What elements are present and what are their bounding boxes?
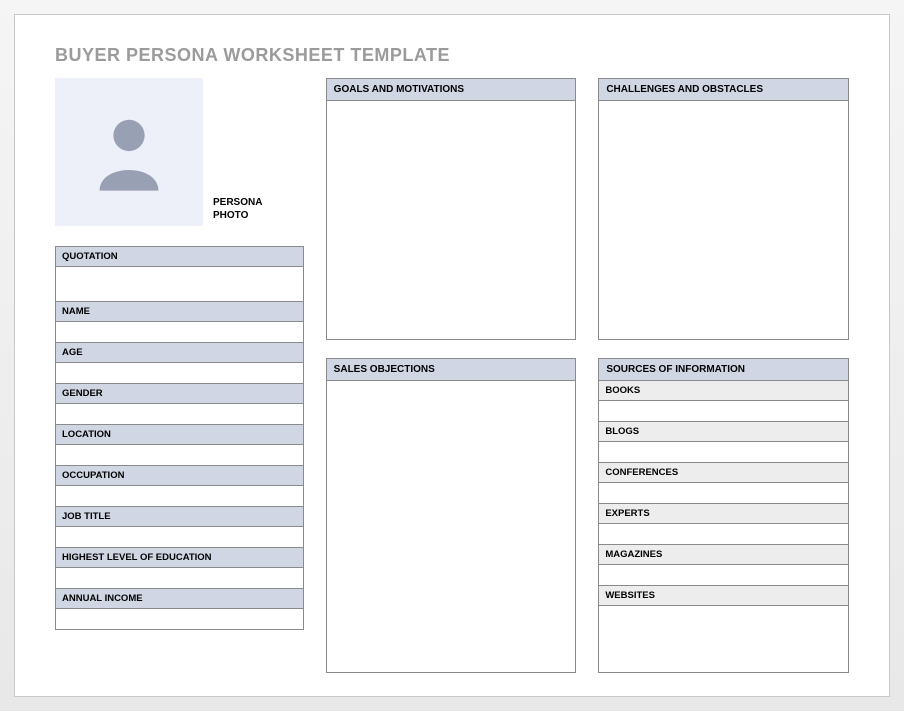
sources-magazines-label: MAGAZINES [599, 544, 848, 565]
panel-goals-value[interactable] [327, 101, 576, 339]
field-education-label: HIGHEST LEVEL OF EDUCATION [56, 548, 303, 568]
sources-magazines-value[interactable] [599, 565, 848, 585]
worksheet-page: BUYER PERSONA WORKSHEET TEMPLATE PERSONA… [14, 14, 890, 697]
page-title: BUYER PERSONA WORKSHEET TEMPLATE [55, 45, 849, 66]
field-education-value[interactable] [56, 568, 303, 588]
field-quotation-value[interactable] [56, 267, 303, 301]
sources-experts-value[interactable] [599, 524, 848, 544]
field-quotation-label: QUOTATION [56, 247, 303, 267]
sources-list: BOOKS BLOGS CONFERENCES EXPERTS MAGAZINE… [599, 381, 848, 672]
field-location-label: LOCATION [56, 425, 303, 445]
field-education: HIGHEST LEVEL OF EDUCATION [55, 547, 304, 589]
field-job-title-value[interactable] [56, 527, 303, 547]
sources-websites-label: WEBSITES [599, 585, 848, 606]
field-gender-value[interactable] [56, 404, 303, 424]
middle-column: GOALS AND MOTIVATIONS SALES OBJECTIONS [326, 78, 577, 673]
left-column: PERSONA PHOTO QUOTATION NAME AGE GENDER … [55, 78, 304, 673]
field-job-title: JOB TITLE [55, 506, 304, 548]
sources-blogs-label: BLOGS [599, 421, 848, 442]
photo-row: PERSONA PHOTO [55, 78, 304, 226]
field-job-title-label: JOB TITLE [56, 507, 303, 527]
field-occupation: OCCUPATION [55, 465, 304, 507]
sources-experts-label: EXPERTS [599, 503, 848, 524]
panel-sources-label: SOURCES OF INFORMATION [599, 359, 848, 381]
panel-sources: SOURCES OF INFORMATION BOOKS BLOGS CONFE… [598, 358, 849, 673]
field-occupation-value[interactable] [56, 486, 303, 506]
field-gender: GENDER [55, 383, 304, 425]
sources-websites-value[interactable] [599, 606, 848, 626]
panel-sales-label: SALES OBJECTIONS [327, 359, 576, 381]
panel-goals: GOALS AND MOTIVATIONS [326, 78, 577, 340]
field-location: LOCATION [55, 424, 304, 466]
field-occupation-label: OCCUPATION [56, 466, 303, 486]
persona-photo-label: PERSONA PHOTO [213, 196, 293, 226]
field-name: NAME [55, 301, 304, 343]
panel-sales: SALES OBJECTIONS [326, 358, 577, 673]
sources-conferences-value[interactable] [599, 483, 848, 503]
field-name-value[interactable] [56, 322, 303, 342]
field-age: AGE [55, 342, 304, 384]
field-name-label: NAME [56, 302, 303, 322]
panel-challenges-label: CHALLENGES AND OBSTACLES [599, 79, 848, 101]
field-income-value[interactable] [56, 609, 303, 629]
columns: PERSONA PHOTO QUOTATION NAME AGE GENDER … [55, 78, 849, 673]
field-income-label: ANNUAL INCOME [56, 589, 303, 609]
right-column: CHALLENGES AND OBSTACLES SOURCES OF INFO… [598, 78, 849, 673]
sources-blogs-value[interactable] [599, 442, 848, 462]
panel-challenges-value[interactable] [599, 101, 848, 339]
field-age-label: AGE [56, 343, 303, 363]
persona-photo-placeholder [55, 78, 203, 226]
person-icon [83, 106, 175, 198]
panel-sales-value[interactable] [327, 381, 576, 672]
field-location-value[interactable] [56, 445, 303, 465]
sources-conferences-label: CONFERENCES [599, 462, 848, 483]
panel-challenges: CHALLENGES AND OBSTACLES [598, 78, 849, 340]
field-quotation: QUOTATION [55, 246, 304, 302]
panel-goals-label: GOALS AND MOTIVATIONS [327, 79, 576, 101]
sources-books-label: BOOKS [599, 381, 848, 401]
field-gender-label: GENDER [56, 384, 303, 404]
sources-books-value[interactable] [599, 401, 848, 421]
field-age-value[interactable] [56, 363, 303, 383]
field-income: ANNUAL INCOME [55, 588, 304, 630]
